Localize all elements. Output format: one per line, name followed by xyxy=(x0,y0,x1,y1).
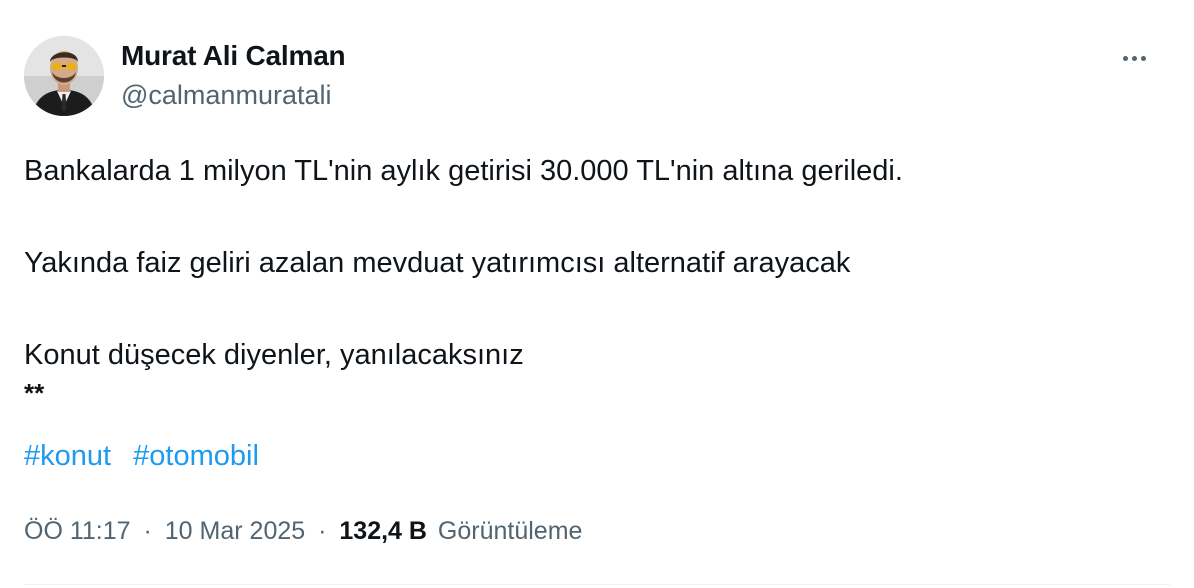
tweet-line: Konut düşecek diyenler, yanılacaksınız xyxy=(24,339,524,371)
views-label[interactable]: Görüntüleme xyxy=(438,517,583,545)
more-options-button[interactable] xyxy=(1116,44,1152,72)
tweet-line: Bankalarda 1 milyon TL'nin aylık getiris… xyxy=(24,155,903,187)
hashtag-link[interactable]: #otomobil xyxy=(133,440,259,472)
meta-separator: · xyxy=(318,517,327,545)
tweet-line: Yakında faiz geliri azalan mevduat yatır… xyxy=(24,247,851,279)
tweet-text: Bankalarda 1 milyon TL'nin aylık getiris… xyxy=(24,148,1164,412)
tweet-line-stars: ** xyxy=(24,378,45,408)
tweet-meta: ÖÖ 11:17 · 10 Mar 2025 · 132,4 B Görüntü… xyxy=(24,514,582,548)
tweet-time[interactable]: ÖÖ 11:17 xyxy=(24,517,131,545)
author-handle[interactable]: @calmanmuratali xyxy=(121,80,331,111)
hashtag-list: #konut #otomobil xyxy=(24,436,273,476)
divider xyxy=(24,584,1170,585)
meta-separator: · xyxy=(143,517,152,545)
more-horizontal-icon-dot xyxy=(1140,55,1146,61)
views-count[interactable]: 132,4 B xyxy=(339,517,427,545)
tweet-date[interactable]: 10 Mar 2025 xyxy=(165,517,305,545)
more-horizontal-icon xyxy=(1122,55,1128,61)
more-horizontal-icon-dot xyxy=(1131,55,1137,61)
author-name[interactable]: Murat Ali Calman xyxy=(121,40,346,72)
hashtag-link[interactable]: #konut xyxy=(24,440,111,472)
avatar[interactable] xyxy=(24,36,104,116)
tweet-card: Murat Ali Calman @calmanmuratali Bankala… xyxy=(0,0,1194,588)
profile-photo-icon xyxy=(24,36,104,116)
